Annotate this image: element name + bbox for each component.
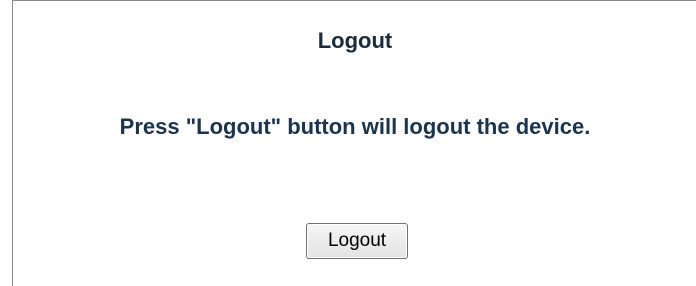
- logout-panel: Logout Press "Logout" button will logout…: [12, 0, 696, 286]
- logout-message: Press "Logout" button will logout the de…: [119, 114, 591, 139]
- logout-button[interactable]: Logout: [306, 223, 408, 259]
- page-title: Logout: [317, 28, 393, 53]
